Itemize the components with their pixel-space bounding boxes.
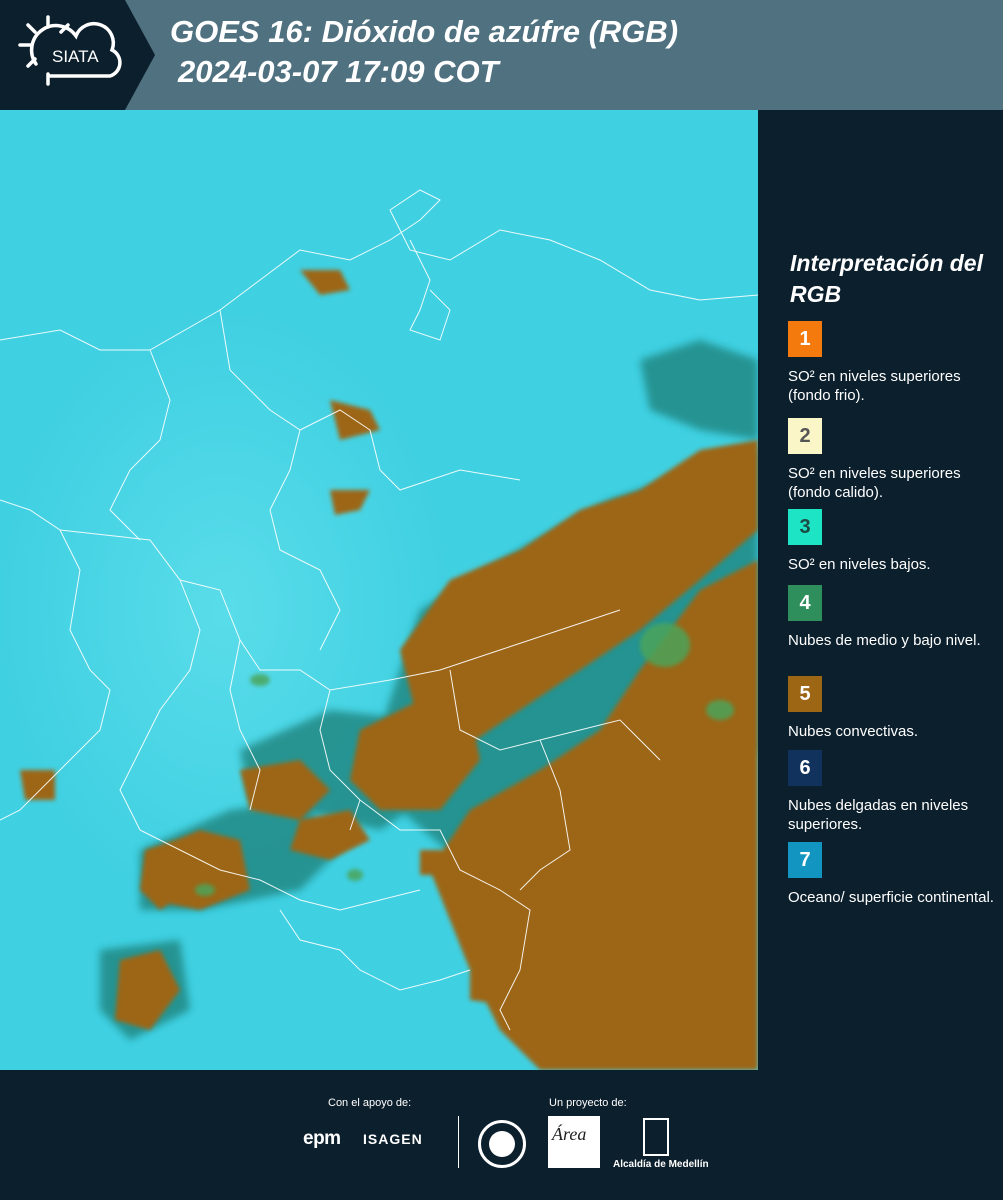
page-title: GOES 16: Dióxido de azúfre (RGB)	[170, 14, 679, 49]
legend-swatch-7: 7	[788, 842, 822, 878]
support-label: Con el apoyo de:	[328, 1097, 412, 1109]
legend-label-3: SO² en niveles bajos.	[788, 556, 931, 573]
legend-panel: Interpretación del RGB 1 SO² en niveles …	[758, 110, 1003, 1070]
header: SIATA GOES 16: Dióxido de azúfre (RGB) 2…	[0, 0, 1003, 110]
alcaldia-emblem-icon	[643, 1118, 669, 1156]
legend-label-1: SO² en niveles superiores (fondo frio).	[788, 368, 961, 404]
epm-logo: epm	[303, 1128, 341, 1149]
alcaldia-label: Alcaldía de Medellín	[613, 1159, 709, 1170]
legend-swatch-6: 6	[788, 750, 822, 786]
legend-label-7: Oceano/ superficie continental.	[788, 889, 994, 906]
legend-swatch-2: 2	[788, 418, 822, 454]
legend-number-3: 3	[799, 515, 811, 538]
legend-item-7: 7 Oceano/ superficie continental.	[788, 842, 998, 907]
satellite-map-image	[0, 110, 758, 1070]
logo-block: SIATA	[0, 0, 125, 110]
isagen-logo: ISAGEN	[363, 1131, 423, 1147]
footer-divider	[458, 1116, 459, 1168]
satellite-map	[0, 110, 758, 1070]
legend-item-4: 4 Nubes de medio y bajo nivel.	[788, 585, 998, 650]
legend-label-2: SO² en niveles superiores (fondo calido)…	[788, 465, 961, 501]
legend-item-6: 6 Nubes delgadas en niveles superiores.	[788, 750, 998, 834]
legend-swatch-1: 1	[788, 321, 822, 357]
medellin-seal-icon	[478, 1120, 526, 1168]
project-label: Un proyecto de:	[549, 1097, 627, 1109]
legend-swatch-5: 5	[788, 676, 822, 712]
siata-logo-icon: SIATA	[18, 15, 122, 86]
legend-label-5: Nubes convectivas.	[788, 723, 919, 740]
legend-item-3: 3 SO² en niveles bajos.	[788, 509, 998, 574]
header-arrow	[125, 0, 155, 110]
legend-item-5: 5 Nubes convectivas.	[788, 676, 998, 741]
legend-label-4: Nubes de medio y bajo nivel.	[788, 632, 981, 649]
legend-number-6: 6	[799, 756, 811, 779]
legend-number-4: 4	[799, 591, 811, 614]
legend-swatch-4: 4	[788, 585, 822, 621]
legend-number-2: 2	[799, 424, 811, 447]
legend-label-6: Nubes delgadas en niveles superiores.	[788, 797, 969, 833]
footer: Con el apoyo de: Un proyecto de: epm ISA…	[0, 1070, 1003, 1200]
page-timestamp: 2024-03-07 17:09 COT	[178, 54, 499, 89]
legend-title: Interpretación del RGB	[790, 250, 983, 307]
legend-item-1: 1 SO² en niveles superiores (fondo frio)…	[788, 321, 998, 405]
legend-number-1: 1	[799, 327, 811, 350]
legend-number-7: 7	[799, 848, 811, 871]
svg-text:SIATA: SIATA	[52, 47, 99, 66]
legend-swatch-3: 3	[788, 509, 822, 545]
legend-item-2: 2 SO² en niveles superiores (fondo calid…	[788, 418, 998, 502]
legend-number-5: 5	[799, 682, 811, 705]
area-metropolitana-text: Área	[552, 1124, 587, 1144]
